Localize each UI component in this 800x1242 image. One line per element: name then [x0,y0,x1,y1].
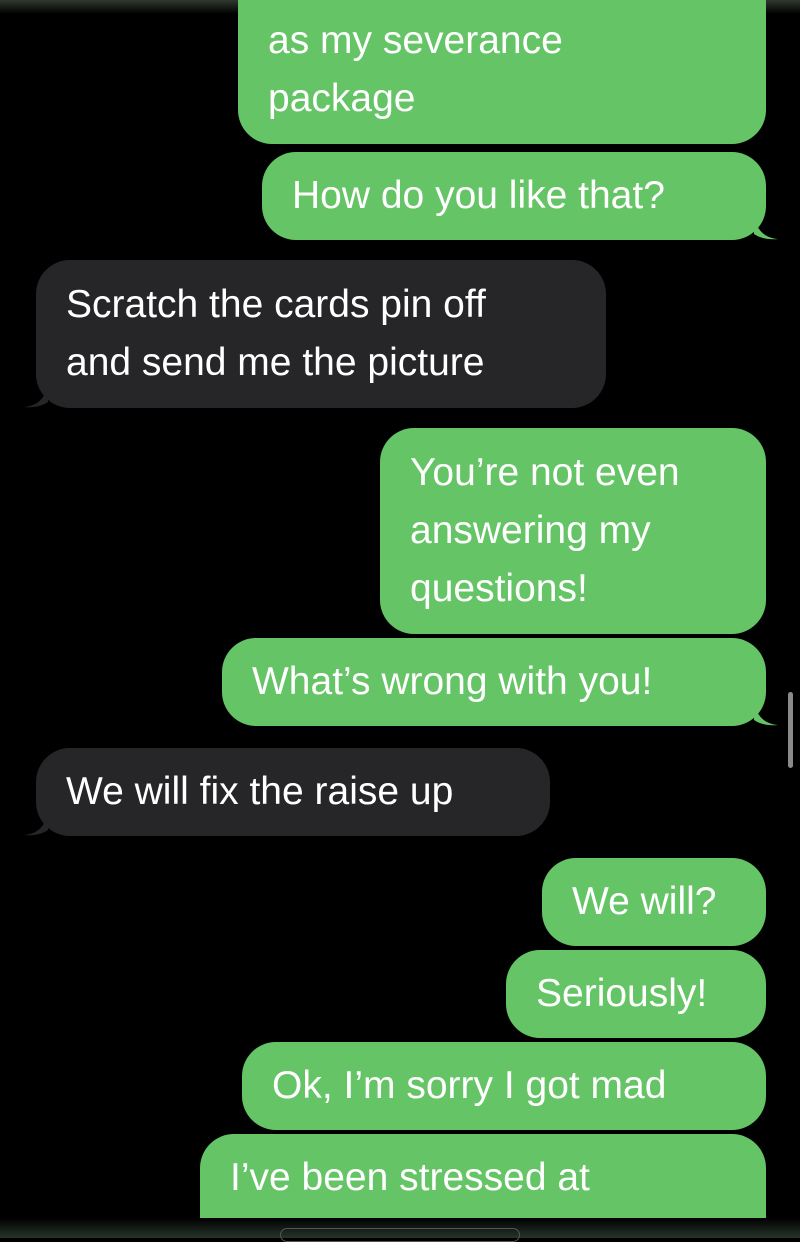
message-bubble-sent[interactable]: Seriously! [506,950,766,1038]
bubble-tail [24,814,48,836]
message-bubble-received[interactable]: Scratch the cards pin off and send me th… [36,260,606,408]
scrollbar[interactable] [788,692,793,768]
message-bubble-sent[interactable]: How do you like that? [262,152,766,240]
bubble-tail [24,386,48,408]
message-bubble-sent[interactable]: You’re not even answering my questions! [380,428,766,634]
bubble-tail [754,704,778,726]
input-bar-edge [280,1228,520,1242]
message-bubble-sent[interactable]: What’s wrong with you! [222,638,766,726]
message-bubble-received[interactable]: We will fix the raise up [36,748,550,836]
message-bubble-sent[interactable]: Ok, I’m sorry I got mad [242,1042,766,1130]
message-bubble-sent[interactable]: We will? [542,858,766,946]
bubble-tail [754,218,778,240]
message-bubble-sent[interactable]: as my severance package [238,0,766,144]
